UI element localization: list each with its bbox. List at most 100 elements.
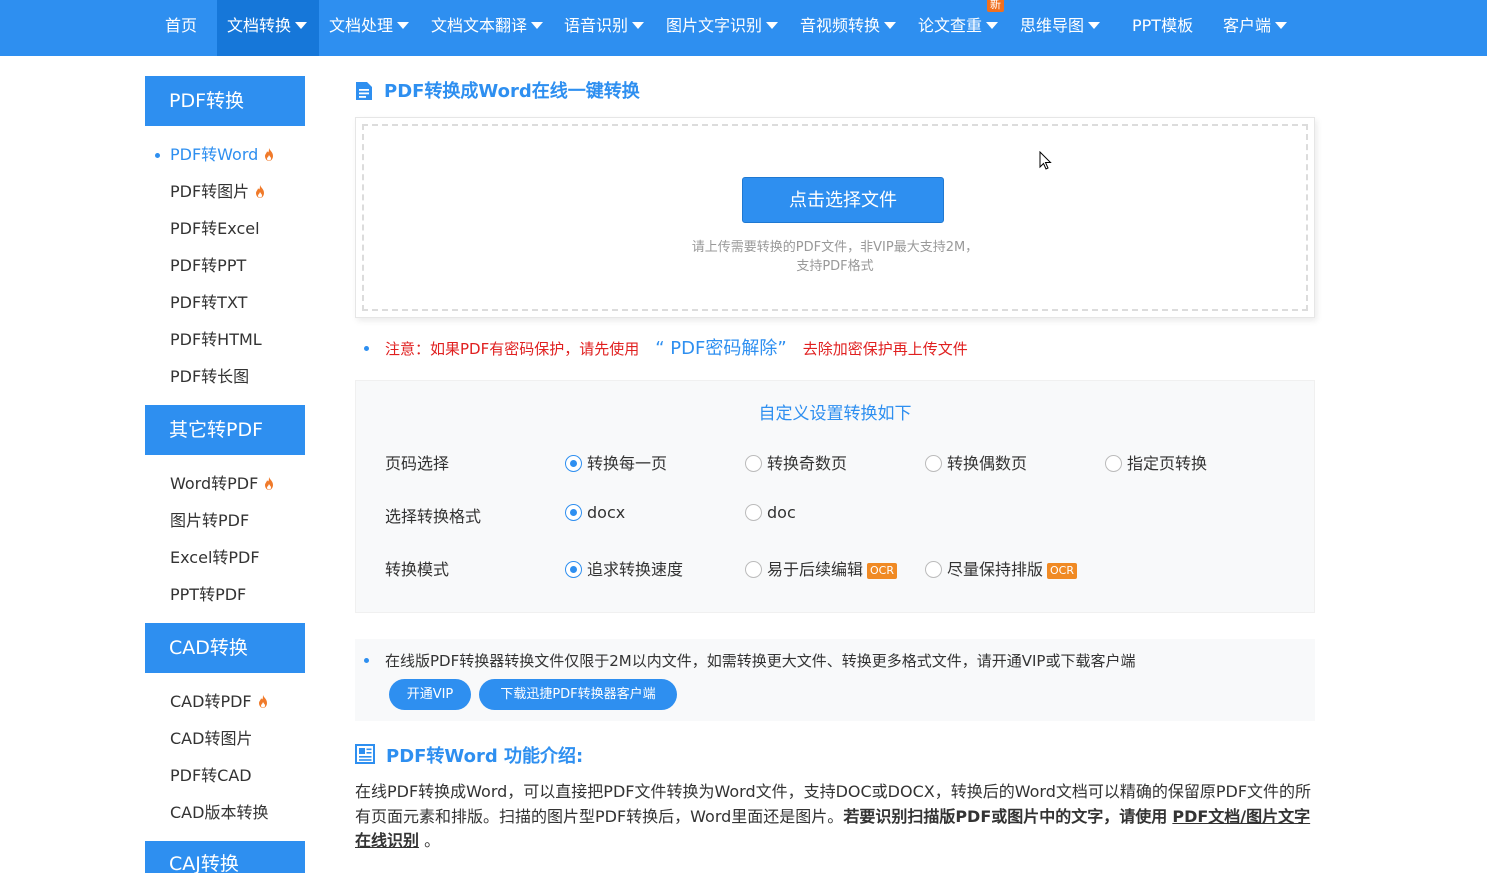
nav-translate[interactable]: 文档文本翻译 xyxy=(421,0,553,56)
nav-home[interactable]: 首页 xyxy=(155,0,207,56)
sidebar-item-pdf-to-ppt[interactable]: PDF转PPT xyxy=(170,256,246,276)
upload-hint-line: 请上传需要转换的PDF文件，非VIP最大支持2M， xyxy=(691,240,979,255)
nav-label: 音视频转换 xyxy=(800,16,881,35)
option-editable[interactable]: 易于后续编辑 OCR xyxy=(745,556,897,580)
fire-icon xyxy=(265,148,274,161)
radio[interactable] xyxy=(1105,455,1122,472)
radio[interactable] xyxy=(745,504,762,521)
nav-label: 文档文本翻译 xyxy=(431,16,528,35)
sidebar-section-caj-convert: CAJ转换 xyxy=(145,841,305,875)
option-label: 追求转换速度 xyxy=(587,560,684,579)
radio[interactable] xyxy=(925,455,942,472)
upload-hint-line: 支持PDF格式 xyxy=(796,259,874,274)
intro-title: PDF转Word 功能介绍: xyxy=(386,746,584,767)
vip-note-text: 在线版PDF转换器转换文件仅限于2M以内文件，如需转换更大文件、转换更多格式文件… xyxy=(385,652,1136,670)
fire-icon xyxy=(258,695,267,708)
sidebar-item-pdf-to-txt[interactable]: PDF转TXT xyxy=(170,293,247,313)
nav-doc-process[interactable]: 文档处理 xyxy=(319,0,419,56)
open-vip-button[interactable]: 开通VIP xyxy=(389,679,471,710)
option-label: 指定页转换 xyxy=(1127,454,1208,473)
option-label: doc xyxy=(767,503,796,522)
nav-doc-convert[interactable]: 文档转换 xyxy=(217,0,319,56)
sidebar-item-cad-version[interactable]: CAD版本转换 xyxy=(170,803,268,823)
sidebar-item-label: PDF转Word xyxy=(170,145,259,164)
note-prefix: 注意：如果PDF有密码保护，请先使用 xyxy=(385,340,640,358)
nav-label: 文档处理 xyxy=(329,16,394,35)
radio-checked[interactable] xyxy=(565,504,582,521)
radio[interactable] xyxy=(745,561,762,578)
nav-paper-check[interactable]: 论文查重新 xyxy=(908,0,1008,56)
option-label: 转换偶数页 xyxy=(947,454,1028,473)
nav-ppt-template[interactable]: PPT模板 xyxy=(1122,0,1203,56)
option-label: docx xyxy=(587,503,626,522)
option-docx[interactable]: docx xyxy=(565,503,625,522)
sidebar-item-ppt-to-pdf[interactable]: PPT转PDF xyxy=(170,585,246,605)
page-title: PDF转换成Word在线一键转换 xyxy=(384,81,640,102)
option-every-page[interactable]: 转换每一页 xyxy=(565,450,667,474)
top-navigation: 首页 文档转换 文档处理 文档文本翻译 语音识别 图片文字识别 音视频转换 论文… xyxy=(0,0,1487,56)
sidebar-item-cad-to-pdf[interactable]: CAD转PDF xyxy=(170,692,268,712)
option-label: 转换奇数页 xyxy=(767,454,848,473)
active-dot xyxy=(155,153,160,158)
radio[interactable] xyxy=(925,561,942,578)
sidebar-item-pdf-to-cad[interactable]: PDF转CAD xyxy=(170,766,252,786)
sidebar-item-label: Word转PDF xyxy=(170,474,259,493)
password-note: 注意：如果PDF有密码保护，请先使用 “ PDF密码解除” 去除加密保护再上传文件 xyxy=(364,338,968,360)
download-client-button[interactable]: 下载迅捷PDF转换器客户端 xyxy=(479,679,677,710)
nav-label: 语音识别 xyxy=(564,16,629,35)
fire-icon xyxy=(265,477,274,490)
option-odd-pages[interactable]: 转换奇数页 xyxy=(745,450,847,474)
ocr-badge: OCR xyxy=(867,563,897,579)
nav-label: 首页 xyxy=(165,16,198,35)
sidebar-section-other-to-pdf: 其它转PDF xyxy=(145,405,305,455)
sidebar-section-pdf-convert: PDF转换 xyxy=(145,76,305,126)
sidebar-item-excel-to-pdf[interactable]: Excel转PDF xyxy=(170,548,260,568)
intro-end: 。 xyxy=(424,831,441,850)
nav-client[interactable]: 客户端 xyxy=(1213,0,1297,56)
sidebar-item-word-to-pdf[interactable]: Word转PDF xyxy=(170,474,274,494)
ocr-badge: OCR xyxy=(1047,563,1077,579)
intro-bold: 若要识别扫描版PDF或图片中的文字，请使用 xyxy=(843,806,1168,826)
upload-area[interactable]: 点击选择文件 请上传需要转换的PDF文件，非VIP最大支持2M， 支持PDF格式 xyxy=(355,117,1315,318)
option-label: 尽量保持排版 xyxy=(947,560,1044,579)
radio-checked[interactable] xyxy=(565,455,582,472)
sidebar-item-pdf-to-image[interactable]: PDF转图片 xyxy=(170,182,265,202)
caret-down-icon xyxy=(884,22,897,29)
radio[interactable] xyxy=(745,455,762,472)
sidebar-item-cad-to-image[interactable]: CAD转图片 xyxy=(170,729,252,749)
upload-dropzone[interactable]: 点击选择文件 请上传需要转换的PDF文件，非VIP最大支持2M， 支持PDF格式 xyxy=(362,124,1308,311)
radio-checked[interactable] xyxy=(565,561,582,578)
caret-down-icon xyxy=(1088,22,1101,29)
sidebar-item-pdf-to-long-image[interactable]: PDF转长图 xyxy=(170,367,249,387)
nav-label: 文档转换 xyxy=(227,16,292,35)
sidebar-item-label: CAD转PDF xyxy=(170,692,252,711)
nav-label: 客户端 xyxy=(1223,16,1272,35)
option-speed[interactable]: 追求转换速度 xyxy=(565,556,683,580)
nav-label: PPT模板 xyxy=(1132,16,1194,35)
caret-down-icon xyxy=(1275,22,1288,29)
sidebar-section-cad-convert: CAD转换 xyxy=(145,623,305,673)
option-specific-pages[interactable]: 指定页转换 xyxy=(1105,450,1207,474)
sidebar-item-pdf-to-html[interactable]: PDF转HTML xyxy=(170,330,262,350)
sidebar-item-image-to-pdf[interactable]: 图片转PDF xyxy=(170,511,249,531)
settings-title: 自定义设置转换如下 xyxy=(758,404,912,424)
sidebar-item-pdf-to-word[interactable]: PDF转Word xyxy=(170,145,274,165)
option-doc[interactable]: doc xyxy=(745,503,796,522)
new-badge: 新 xyxy=(987,0,1005,12)
nav-label: 图片文字识别 xyxy=(666,16,763,35)
nav-speech[interactable]: 语音识别 xyxy=(554,0,654,56)
bullet xyxy=(364,346,369,351)
option-label: 易于后续编辑 xyxy=(767,560,864,579)
option-keep-layout[interactable]: 尽量保持排版 OCR xyxy=(925,556,1077,580)
mode-select-label: 转换模式 xyxy=(385,560,450,579)
select-file-button[interactable]: 点击选择文件 xyxy=(742,177,944,223)
nav-mindmap[interactable]: 思维导图 xyxy=(1010,0,1110,56)
sidebar-item-pdf-to-excel[interactable]: PDF转Excel xyxy=(170,219,260,239)
format-select-label: 选择转换格式 xyxy=(385,507,482,526)
nav-ocr[interactable]: 图片文字识别 xyxy=(656,0,788,56)
nav-media[interactable]: 音视频转换 xyxy=(790,0,906,56)
option-even-pages[interactable]: 转换偶数页 xyxy=(925,450,1027,474)
option-label: 转换每一页 xyxy=(587,454,668,473)
pdf-unlock-link[interactable]: “ PDF密码解除” xyxy=(655,338,786,359)
vip-note: 在线版PDF转换器转换文件仅限于2M以内文件，如需转换更大文件、转换更多格式文件… xyxy=(364,650,1135,671)
